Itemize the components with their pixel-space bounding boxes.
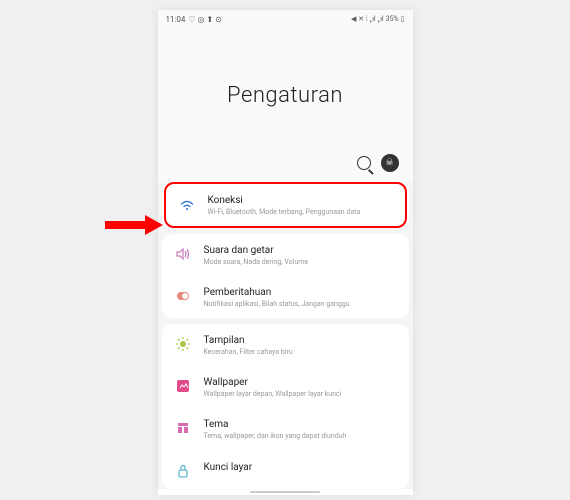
item-subtitle: Mode suara, Nada dering, Volume (204, 258, 397, 267)
theme-icon (174, 419, 192, 437)
settings-item-tema[interactable]: Tema Tema, wallpaper, dan ikon yang dapa… (162, 408, 409, 450)
status-left-icons: ♡ ◎ ⬆ ⊙ (188, 15, 222, 24)
item-subtitle: Wi-Fi, Bluetooth, Mode terbang, Pengguna… (208, 208, 393, 217)
settings-list: Koneksi Wi-Fi, Bluetooth, Mode terbang, … (158, 182, 413, 489)
settings-item-kunci-layar[interactable]: Kunci layar (162, 451, 409, 489)
settings-item-tampilan[interactable]: Tampilan Kecerahan, Filter cahaya biru (162, 324, 409, 366)
settings-group: Tampilan Kecerahan, Filter cahaya biru W… (162, 324, 409, 488)
item-subtitle: Kecerahan, Filter cahaya biru (204, 348, 397, 357)
battery-icon: ▯ (401, 15, 405, 23)
status-bar: 11:04 ♡ ◎ ⬆ ⊙ ◀ ✕ ⁞ ₊ıl ₊ıl 35% ▯ (158, 10, 413, 28)
sound-icon (174, 245, 192, 263)
toolbar: ☠ (158, 148, 413, 182)
settings-group: Suara dan getar Mode suara, Nada dering,… (162, 234, 409, 318)
status-right-icons: ◀ ✕ ⁞ ₊ıl ₊ıl (351, 15, 384, 23)
nav-indicator (250, 491, 320, 493)
status-time: 11:04 (166, 15, 186, 24)
settings-group: Koneksi Wi-Fi, Bluetooth, Mode terbang, … (162, 182, 409, 228)
highlight-arrow (105, 215, 165, 235)
settings-item-wallpaper[interactable]: Wallpaper Wallpaper layar depan, Wallpap… (162, 366, 409, 408)
item-title: Suara dan getar (204, 244, 397, 257)
item-subtitle: Tema, wallpaper, dan ikon yang dapat diu… (204, 432, 397, 441)
wallpaper-icon (174, 377, 192, 395)
avatar[interactable]: ☠ (381, 154, 399, 172)
search-icon[interactable] (357, 156, 371, 170)
item-title: Pemberitahuan (204, 286, 397, 299)
item-title: Tampilan (204, 334, 397, 347)
item-title: Koneksi (208, 194, 393, 207)
lock-icon (174, 462, 192, 480)
item-title: Kunci layar (204, 461, 397, 474)
item-title: Wallpaper (204, 376, 397, 389)
wifi-icon (178, 195, 196, 213)
item-title: Tema (204, 418, 397, 431)
item-subtitle: Wallpaper layar depan, Wallpaper layar k… (204, 390, 397, 399)
settings-item-koneksi[interactable]: Koneksi Wi-Fi, Bluetooth, Mode terbang, … (164, 182, 407, 228)
notification-icon (174, 287, 192, 305)
page-title: Pengaturan (158, 83, 413, 108)
header: Pengaturan (158, 28, 413, 148)
battery-percent: 35% (386, 15, 399, 23)
settings-item-suara[interactable]: Suara dan getar Mode suara, Nada dering,… (162, 234, 409, 276)
settings-item-pemberitahuan[interactable]: Pemberitahuan Notifikasi aplikasi, Bilah… (162, 276, 409, 318)
display-icon (174, 335, 192, 353)
phone-screen: 11:04 ♡ ◎ ⬆ ⊙ ◀ ✕ ⁞ ₊ıl ₊ıl 35% ▯ Pengat… (158, 10, 413, 495)
item-subtitle: Notifikasi aplikasi, Bilah status, Janga… (204, 300, 397, 309)
